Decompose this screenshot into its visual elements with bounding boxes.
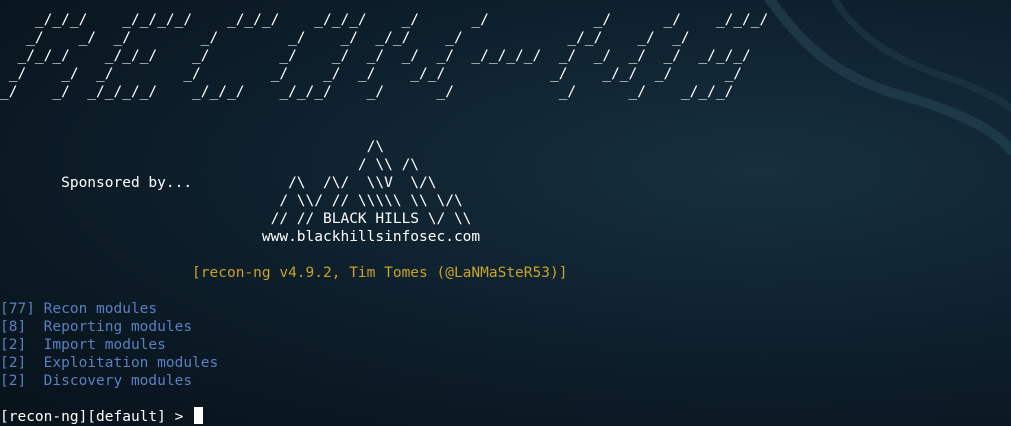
banner-line: _/ _/ _/ _/ _/ _/ _/_/ _/ _/_/ _/ _/ bbox=[0, 30, 690, 46]
command-prompt-line[interactable]: [recon-ng][default] > bbox=[0, 407, 204, 425]
module-count-recon: [77] Recon modules bbox=[0, 301, 158, 317]
terminal-output: _/_/_/ _/_/_/_/ _/_/_/ _/_/_/ _/ _/ _/ _… bbox=[0, 0, 1011, 426]
module-count-reporting: [8] Reporting modules bbox=[0, 319, 193, 335]
banner-line: _/ _/ _/ _/ _/ _/ _/ _/_/ _/ _/_/ _/ _/ bbox=[0, 66, 743, 82]
version-line: [recon-ng v4.9.2, Tim Tomes (@LaNMaSteR5… bbox=[0, 265, 568, 281]
sponsor-url: www.blackhillsinfosec.com bbox=[0, 229, 481, 245]
module-count-discovery: [2] Discovery modules bbox=[0, 373, 193, 389]
sponsor-line: Sponsored by... /\ /\/ \\V \/\ bbox=[0, 175, 437, 191]
banner-line: _/_/_/ _/_/_/ _/ _/ _/ _/ _/ _/ _/_/_/_/… bbox=[0, 48, 751, 64]
sponsor-line: // // BLACK HILLS \/ \\ bbox=[0, 211, 472, 227]
text-cursor[interactable] bbox=[194, 407, 204, 424]
sponsor-line: /\ bbox=[0, 139, 385, 155]
module-count-import: [2] Import modules bbox=[0, 337, 166, 353]
module-count-exploitation: [2] Exploitation modules bbox=[0, 355, 219, 371]
banner-line: _/ _/ _/_/_/_/ _/_/_/ _/_/_/ _/ _/ _/ _/… bbox=[0, 84, 734, 100]
prompt-text: [recon-ng][default] > bbox=[0, 409, 193, 425]
sponsor-line: / \\/ // \\\\\ \\ \/\ bbox=[0, 193, 463, 209]
banner-line: _/_/_/ _/_/_/_/ _/_/_/ _/_/_/ _/ _/ _/ _… bbox=[0, 12, 769, 28]
sponsor-line: / \\ /\ bbox=[0, 157, 420, 173]
